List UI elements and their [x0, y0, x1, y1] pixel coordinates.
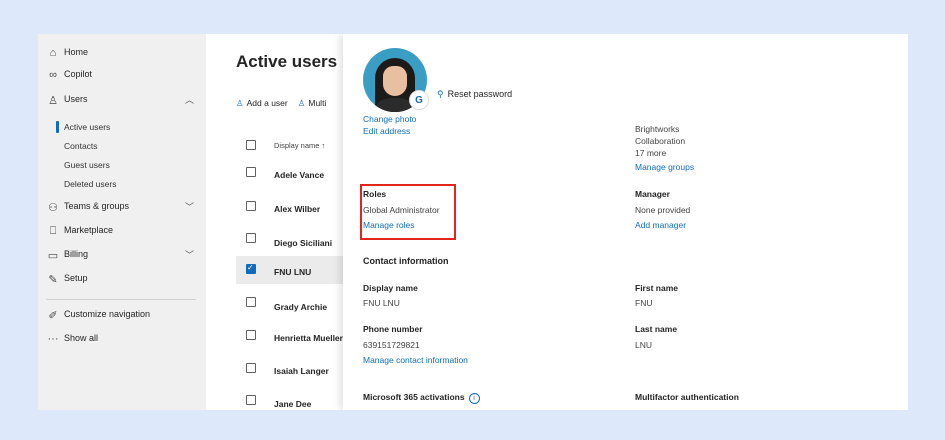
table-row[interactable]: Jane Dee: [274, 399, 311, 409]
change-photo-link[interactable]: Change photo: [363, 114, 416, 124]
row-checkbox[interactable]: [246, 330, 256, 340]
admin-center-window: ⌂ Home ∞ Copilot ♙ Users ︿ Active users …: [38, 34, 908, 410]
manager-value: None provided: [635, 205, 691, 215]
page-title: Active users: [236, 52, 338, 71]
manage-roles-link[interactable]: Manage roles: [363, 220, 415, 230]
pencil-icon: ✐: [48, 309, 58, 322]
add-user-button[interactable]: ♙ Add a user: [236, 98, 288, 108]
table-row[interactable]: Isaiah Langer: [274, 366, 329, 376]
phone-number-value: 639151729821: [363, 340, 420, 350]
phone-number-label: Phone number: [363, 324, 423, 334]
multi-button[interactable]: ♙ Multi: [298, 98, 327, 108]
row-checkbox[interactable]: [246, 395, 256, 405]
chevron-down-icon: ﹀: [185, 202, 195, 212]
ms365-label-text: Microsoft 365 activations: [363, 392, 465, 402]
group-item: 17 more: [635, 148, 667, 158]
sidebar-item-label: Billing: [64, 249, 89, 259]
multi-label: Multi: [308, 98, 327, 108]
group-item: Collaboration: [635, 136, 686, 146]
copilot-icon: ∞: [49, 69, 57, 81]
add-person-icon: ♙: [236, 98, 244, 108]
microsoft-365-activations-label: Microsoft 365 activations i: [363, 392, 480, 404]
manager-label: Manager: [635, 189, 670, 199]
sidebar-item-label: Copilot: [64, 69, 93, 79]
first-name-value: FNU: [635, 298, 653, 308]
credit-card-icon: ▭: [47, 249, 59, 262]
table-row[interactable]: Henrietta Mueller: [274, 333, 343, 343]
table-row[interactable]: FNU LNU: [274, 267, 311, 277]
ellipsis-icon: ···: [47, 333, 59, 345]
reset-password-button[interactable]: ⚲ Reset password: [437, 89, 512, 100]
last-name-label: Last name: [635, 324, 678, 334]
sidebar-subitem-guest-users[interactable]: Guest users: [64, 160, 110, 170]
select-all-checkbox[interactable]: [246, 140, 256, 150]
column-header-display-name[interactable]: Display name ↑: [274, 141, 325, 150]
copilot-badge-icon: G: [409, 90, 429, 110]
key-icon: ⚲: [437, 89, 444, 99]
people-icon: ⚇: [48, 201, 58, 214]
table-row[interactable]: Adele Vance: [274, 170, 324, 180]
sidebar: ⌂ Home ∞ Copilot ♙ Users ︿ Active users …: [38, 34, 206, 410]
row-checkbox-selected[interactable]: [246, 263, 256, 274]
person-icon: ♙: [48, 94, 58, 107]
row-checkbox[interactable]: [246, 297, 256, 307]
group-item: Brightworks: [635, 124, 680, 134]
sidebar-item-label: Home: [64, 47, 89, 57]
active-users-list: Active users ♙ Add a user ♙ Multi Display n…: [206, 34, 346, 410]
add-manager-link[interactable]: Add manager: [635, 220, 686, 230]
row-checkbox[interactable]: [246, 167, 256, 177]
sidebar-subitem-contacts[interactable]: Contacts: [64, 141, 98, 151]
table-row[interactable]: Diego Siciliani: [274, 238, 332, 248]
manage-groups-link[interactable]: Manage groups: [635, 162, 694, 172]
sidebar-item-label: Marketplace: [64, 225, 114, 235]
add-user-label: Add a user: [246, 98, 288, 108]
sidebar-item-label: Customize navigation: [64, 309, 151, 319]
sidebar-item-label: Setup: [64, 273, 88, 283]
multifactor-authentication-label: Multifactor authentication: [635, 392, 739, 402]
table-row[interactable]: Grady Archie: [274, 302, 327, 312]
row-checkbox[interactable]: [246, 233, 256, 243]
sidebar-subitem-deleted-users[interactable]: Deleted users: [64, 179, 116, 189]
manage-contact-information-link[interactable]: Manage contact information: [363, 355, 468, 365]
shopping-bag-icon: ⎕: [49, 224, 57, 237]
wrench-icon: ✎: [48, 273, 58, 286]
sidebar-subitem-active-users[interactable]: Active users: [55, 121, 110, 133]
row-checkbox[interactable]: [246, 201, 256, 211]
sidebar-item-label: Show all: [64, 333, 99, 343]
info-icon[interactable]: i: [468, 393, 480, 404]
table-row[interactable]: Alex Wilber: [274, 204, 320, 214]
user-details-panel: G ⚲ Reset password Change photo Edit addr…: [343, 34, 908, 410]
people-icon: ♙: [297, 98, 306, 108]
chevron-down-icon: ﹀: [185, 250, 195, 260]
toolbar: ♙ Add a user ♙ Multi: [236, 98, 326, 109]
first-name-label: First name: [635, 283, 678, 293]
sidebar-divider: [46, 299, 196, 300]
chevron-up-icon: ︿: [185, 95, 195, 105]
contact-information-heading: Contact information: [363, 256, 449, 266]
display-name-label: Display name: [363, 283, 418, 293]
reset-password-label: Reset password: [447, 89, 513, 99]
edit-address-link[interactable]: Edit address: [363, 126, 410, 136]
sidebar-item-label: Teams & groups: [64, 201, 130, 211]
display-name-value: FNU LNU: [363, 298, 400, 308]
sidebar-item-label: Users: [64, 94, 88, 104]
roles-label: Roles: [363, 189, 387, 199]
home-icon: ⌂: [49, 47, 57, 59]
last-name-value: LNU: [635, 340, 653, 350]
row-checkbox[interactable]: [246, 363, 256, 373]
roles-value: Global Administrator: [363, 205, 440, 215]
